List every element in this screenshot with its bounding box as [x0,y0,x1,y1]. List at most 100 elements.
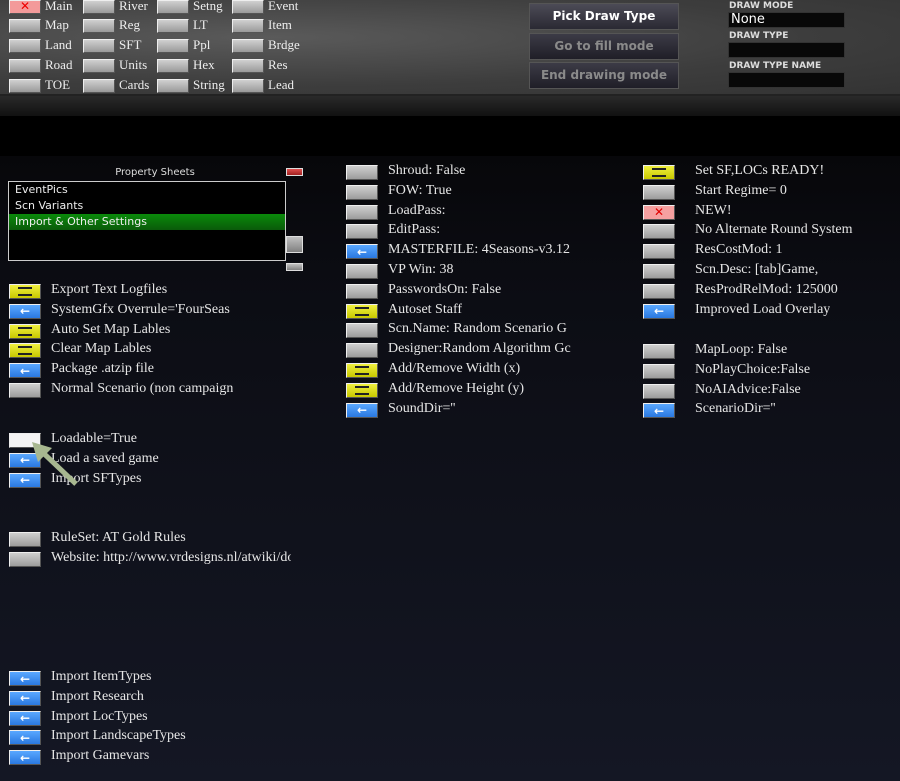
option-label: Scn.Name: Random Scenario G [388,321,567,337]
option-label: Set SF,LOCs READY! [695,163,825,178]
draw-type-name-label: DRAW TYPE NAME [729,61,822,71]
option-label: No Alternate Round System [695,222,853,238]
draw-mode-field: None [728,12,845,28]
close-icon: ✕ [653,205,665,220]
option-label: NEW! [695,202,732,218]
option-button[interactable]: ← [9,690,41,706]
option-button[interactable] [9,323,41,339]
nav-button-string[interactable] [157,79,189,93]
option-label: Scn.Desc: [tab]Game, [695,262,819,277]
nav-button-item[interactable] [232,19,264,33]
nav-button-event[interactable] [232,0,264,14]
arrow-left-icon: ← [19,711,31,726]
draw-type-name-field [728,72,845,88]
option-button[interactable] [643,244,675,260]
nav-button-cards[interactable] [83,79,115,93]
option-label: FOW: True [388,182,452,198]
nav-button-ppl[interactable] [157,39,189,53]
option-label: Auto Set Map Lables [51,321,171,337]
option-button[interactable] [643,184,675,200]
nav-button-brdge[interactable] [232,39,264,53]
arrow-left-icon: ← [653,304,665,319]
scroll-up-button[interactable] [286,168,303,176]
option-button[interactable] [9,532,41,547]
option-button[interactable]: ← [9,363,41,379]
option-button[interactable]: ← [9,671,41,686]
option-button[interactable] [643,383,675,399]
scrollbar-thumb[interactable] [286,236,303,253]
option-button[interactable] [643,224,675,240]
nav-button-toe[interactable] [9,79,41,93]
list-item-selected[interactable]: Import & Other Settings [9,214,285,230]
option-button[interactable]: ← [9,710,41,726]
option-label: Autoset Staff [388,301,463,317]
property-sheets-title: Property Sheets [115,167,195,178]
option-button[interactable] [643,264,675,279]
option-button[interactable] [643,283,675,299]
option-label: NoAIAdvice:False [695,381,801,397]
option-label: MapLoop: False [695,342,788,357]
option-button[interactable] [9,284,41,299]
end-drawing-mode-button[interactable]: End drawing mode [529,62,679,89]
scroll-down-button[interactable] [286,263,303,271]
option-button[interactable]: ← [9,303,41,319]
nav-button-river[interactable] [83,0,115,14]
nav-button-lt[interactable] [157,19,189,33]
option-button[interactable] [346,264,378,279]
nav-button-main[interactable]: ✕ [9,0,41,14]
nav-label: Cards [119,77,150,92]
option-button[interactable]: ← [346,244,378,260]
nav-button-reg[interactable] [83,19,115,33]
option-label: Start Regime= 0 [695,182,787,198]
option-button[interactable] [9,551,41,567]
option-label: Import ItemTypes [51,669,152,684]
nav-button-road[interactable] [9,59,41,73]
option-button[interactable] [643,363,675,379]
nav-button-sft[interactable] [83,39,115,53]
option-button[interactable]: ← [643,303,675,319]
option-button[interactable] [346,184,378,200]
arrow-left-icon: ← [19,730,31,745]
option-button[interactable]: ← [346,402,378,418]
nav-button-map[interactable] [9,19,41,33]
draw-mode-label: DRAW MODE [729,1,794,11]
nav-label: Item [268,17,292,32]
option-button[interactable] [643,165,675,180]
option-button[interactable]: ← [643,403,675,419]
nav-button-land[interactable] [9,39,41,53]
option-button[interactable] [346,303,378,319]
go-to-fill-mode-button[interactable]: Go to fill mode [529,33,679,60]
option-button[interactable] [346,363,378,378]
option-button[interactable] [643,344,675,359]
option-button[interactable] [346,323,378,339]
property-sheets-list[interactable]: EventPics Scn Variants Import & Other Se… [8,181,286,261]
option-button[interactable] [346,343,378,359]
option-label: SoundDir='' [388,400,456,416]
option-button[interactable]: ← [9,750,41,766]
nav-button-units[interactable] [83,59,115,73]
option-button[interactable] [9,383,41,398]
option-label: Package .atzip file [51,361,155,377]
option-button[interactable]: ✕ [643,204,675,220]
option-button[interactable] [9,343,41,359]
option-button[interactable] [346,283,378,299]
pointer-arrow-icon [32,442,78,486]
nav-button-setng[interactable] [157,0,189,14]
nav-button-hex[interactable] [157,59,189,73]
option-button[interactable]: ← [9,730,41,746]
nav-button-res[interactable] [232,59,264,73]
nav-button-lead[interactable] [232,79,264,93]
list-item[interactable]: Scn Variants [9,198,285,214]
option-button[interactable] [346,165,378,180]
option-label: MASTERFILE: 4Seasons-v3.12 [388,242,570,258]
nav-label: Hex [193,57,215,72]
nav-label: Road [45,57,73,72]
list-item[interactable]: EventPics [9,182,285,198]
pick-draw-type-button[interactable]: Pick Draw Type [529,3,679,30]
option-button[interactable] [346,224,378,240]
option-label: NoPlayChoice:False [695,361,811,377]
option-button[interactable] [346,382,378,398]
option-label: SystemGfx Overrule='FourSeas [51,301,230,317]
option-button[interactable] [346,204,378,220]
nav-label: Res [268,57,288,72]
